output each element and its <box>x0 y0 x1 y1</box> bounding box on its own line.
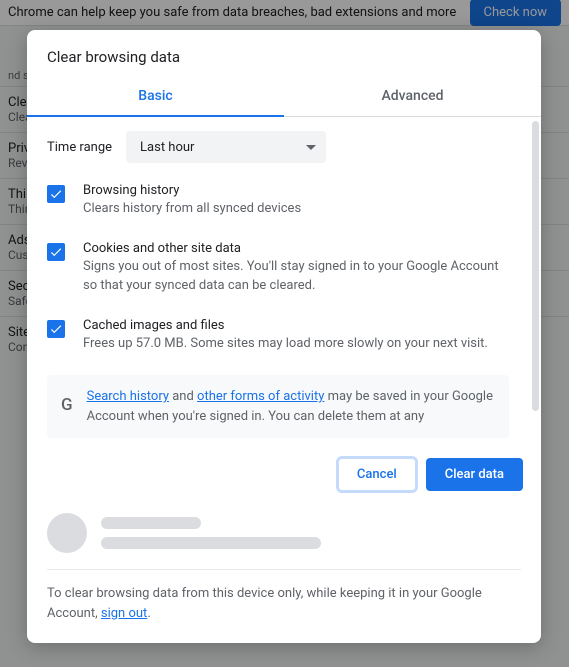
option-title: Browsing history <box>83 183 509 198</box>
clear-data-button[interactable]: Clear data <box>426 458 523 491</box>
tab-indicator <box>27 115 284 117</box>
dialog-buttons: Cancel Clear data <box>27 444 541 505</box>
checkmark-icon <box>49 322 63 336</box>
checkbox-browsing-history[interactable] <box>47 185 65 203</box>
option-desc: Signs you out of most sites. You'll stay… <box>83 258 509 296</box>
checkbox-cookies[interactable] <box>47 243 65 261</box>
google-icon: G <box>61 387 73 414</box>
dialog-title: Clear browsing data <box>27 30 541 78</box>
tab-basic[interactable]: Basic <box>27 78 284 116</box>
option-cookies: Cookies and other site data Signs you ou… <box>47 241 509 296</box>
info-text: Search history and other forms of activi… <box>87 387 495 426</box>
avatar <box>47 513 87 553</box>
option-title: Cookies and other site data <box>83 241 509 256</box>
time-range-row: Time range Last hour <box>47 131 509 163</box>
other-activity-link[interactable]: other forms of activity <box>197 389 324 404</box>
option-cached: Cached images and files Frees up 57.0 MB… <box>47 318 509 354</box>
footer-text: To clear browsing data from this device … <box>27 570 541 643</box>
search-history-link[interactable]: Search history <box>87 389 169 404</box>
option-title: Cached images and files <box>83 318 509 333</box>
time-range-value: Last hour <box>140 140 194 155</box>
time-range-select[interactable]: Last hour <box>126 131 326 163</box>
option-browsing-history: Browsing history Clears history from all… <box>47 183 509 219</box>
account-row <box>27 505 541 569</box>
checkmark-icon <box>49 245 63 259</box>
option-desc: Clears history from all synced devices <box>83 200 509 219</box>
option-desc: Frees up 57.0 MB. Some sites may load mo… <box>83 335 509 354</box>
tab-advanced[interactable]: Advanced <box>284 78 541 116</box>
cancel-button[interactable]: Cancel <box>338 458 416 491</box>
time-range-label: Time range <box>47 140 112 155</box>
checkbox-cached[interactable] <box>47 320 65 338</box>
checkmark-icon <box>49 187 63 201</box>
google-account-info: G Search history and other forms of acti… <box>47 375 509 438</box>
sign-out-link[interactable]: sign out <box>101 606 147 621</box>
chevron-down-icon <box>306 145 316 150</box>
clear-browsing-data-dialog: Clear browsing data Basic Advanced Time … <box>27 30 541 643</box>
account-placeholder <box>101 517 321 549</box>
dialog-content: Time range Last hour Browsing history Cl… <box>27 117 529 444</box>
content-scrollbar[interactable] <box>529 117 541 444</box>
tab-bar: Basic Advanced <box>27 78 541 117</box>
